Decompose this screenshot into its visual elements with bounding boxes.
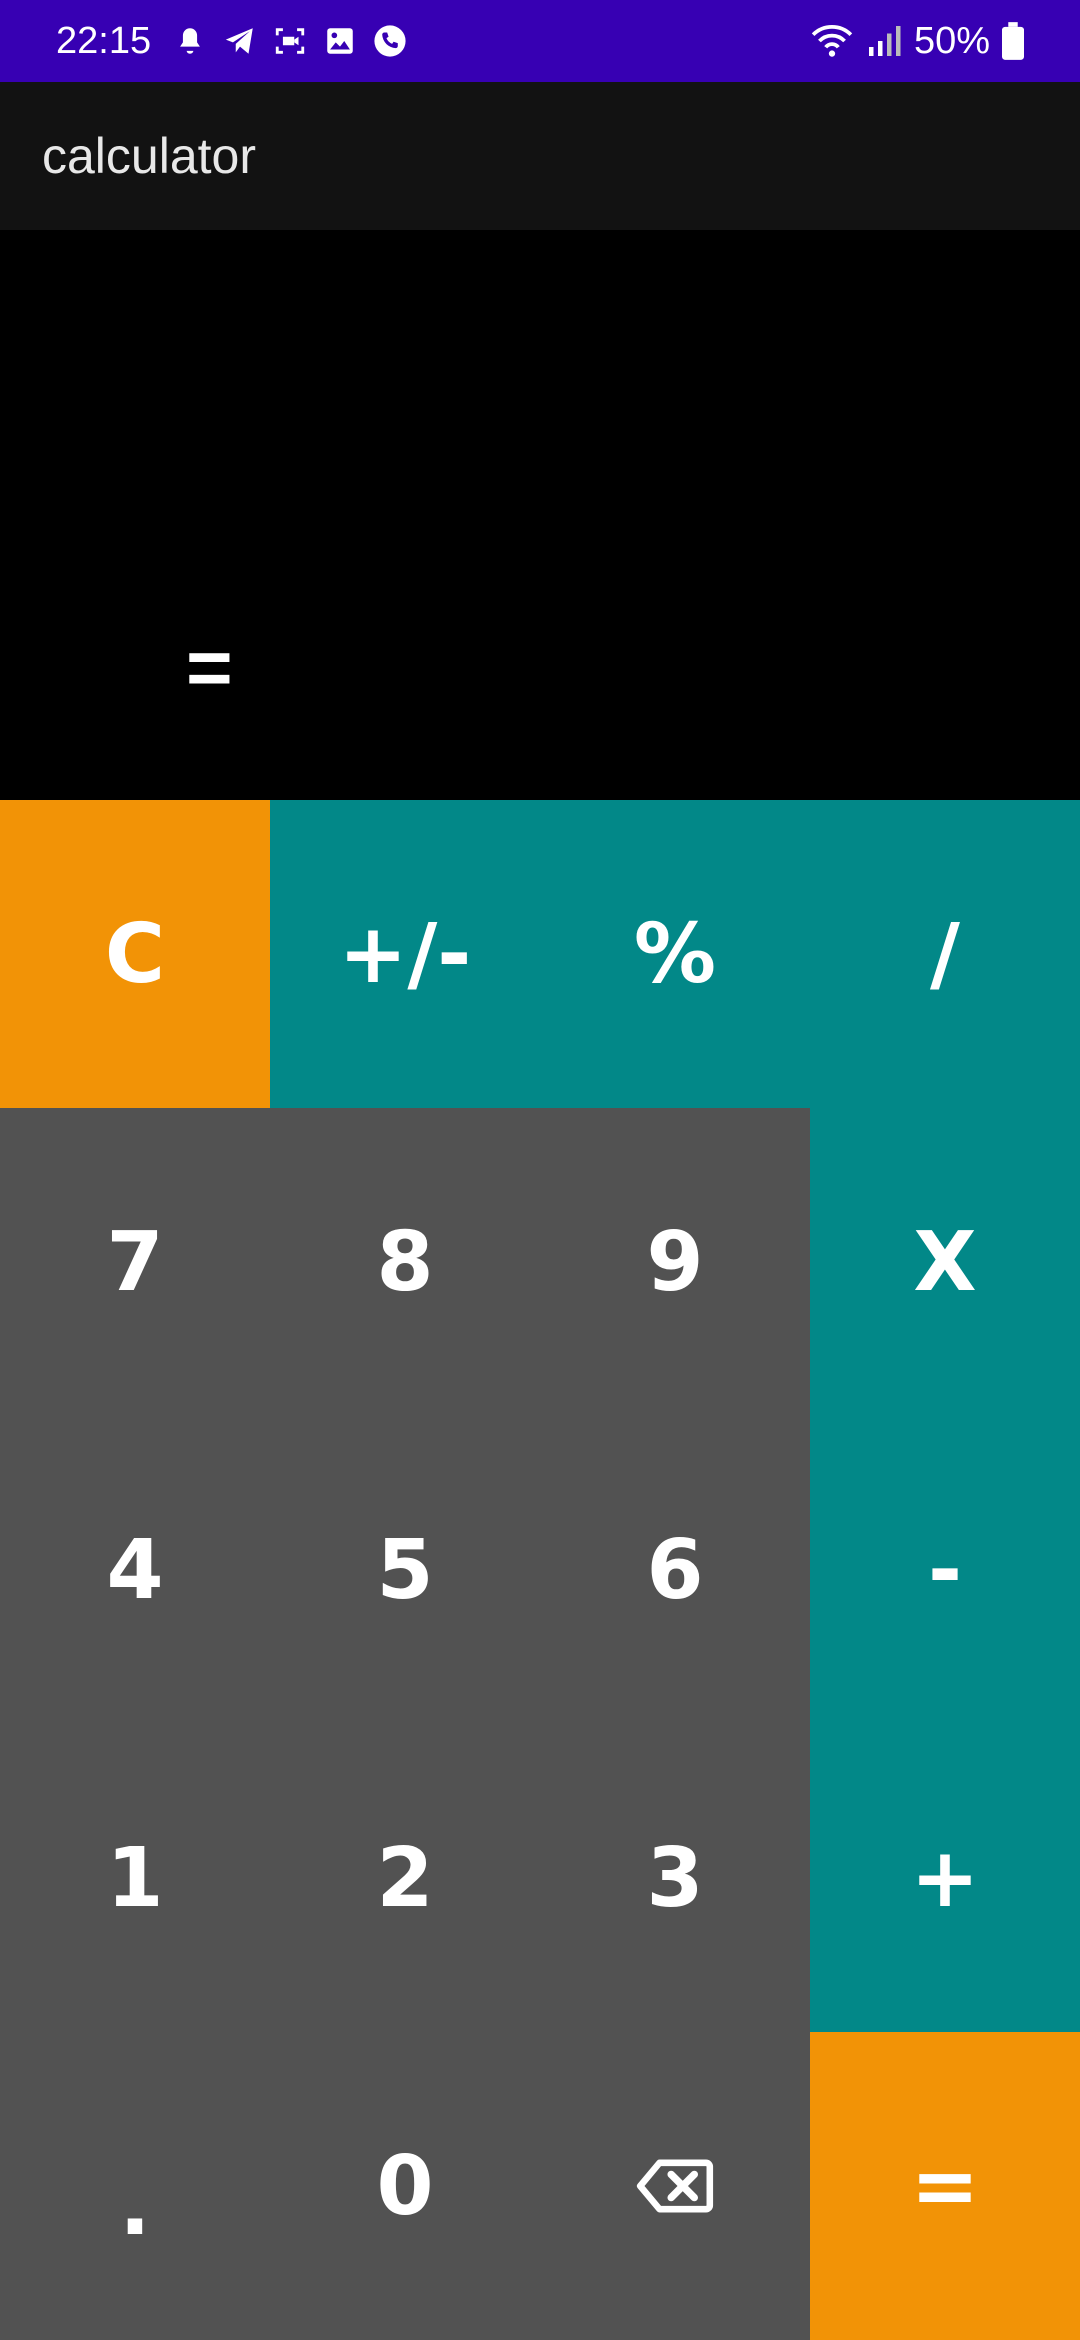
status-system-icons: 50% [810,20,1024,63]
plus-button[interactable]: + [810,1724,1080,2032]
digit-9-button[interactable]: 9 [540,1108,810,1416]
app-bar: calculator [0,82,1080,230]
app-title: calculator [42,128,256,184]
call-icon [374,25,406,57]
minus-button[interactable]: - [810,1416,1080,1724]
multiply-button[interactable]: X [810,1108,1080,1416]
digit-4-button[interactable]: 4 [0,1416,270,1724]
backspace-button[interactable] [540,2032,810,2340]
notification-bell-icon [180,28,201,54]
digit-0-button[interactable]: 0 [270,2032,540,2340]
clear-button[interactable]: C [0,800,270,1108]
gallery-icon [327,28,353,54]
calculator-display: = [0,230,1080,800]
decimal-point-button[interactable]: . [0,2032,270,2340]
divide-button[interactable]: / [810,800,1080,1108]
percent-button[interactable]: % [540,800,810,1108]
backspace-icon [636,2159,714,2213]
status-time: 22:15 [56,19,152,62]
status-notification-icons [173,24,407,58]
wifi-icon [811,25,853,57]
digit-5-button[interactable]: 5 [270,1416,540,1724]
digit-7-button[interactable]: 7 [0,1108,270,1416]
digit-2-button[interactable]: 2 [270,1724,540,2032]
screen-record-icon [275,28,305,54]
status-bar: 22:15 50% [0,0,1080,82]
battery-icon [1002,22,1024,60]
digit-8-button[interactable]: 8 [270,1108,540,1416]
equals-button[interactable]: = [810,2032,1080,2340]
signal-icon [868,26,901,56]
digit-3-button[interactable]: 3 [540,1724,810,2032]
result-equals-label: = [186,623,233,712]
sign-toggle-button[interactable]: +/- [270,800,540,1108]
digit-1-button[interactable]: 1 [0,1724,270,2032]
battery-percentage: 50% [913,19,990,62]
telegram-icon [225,28,253,54]
digit-6-button[interactable]: 6 [540,1416,810,1724]
